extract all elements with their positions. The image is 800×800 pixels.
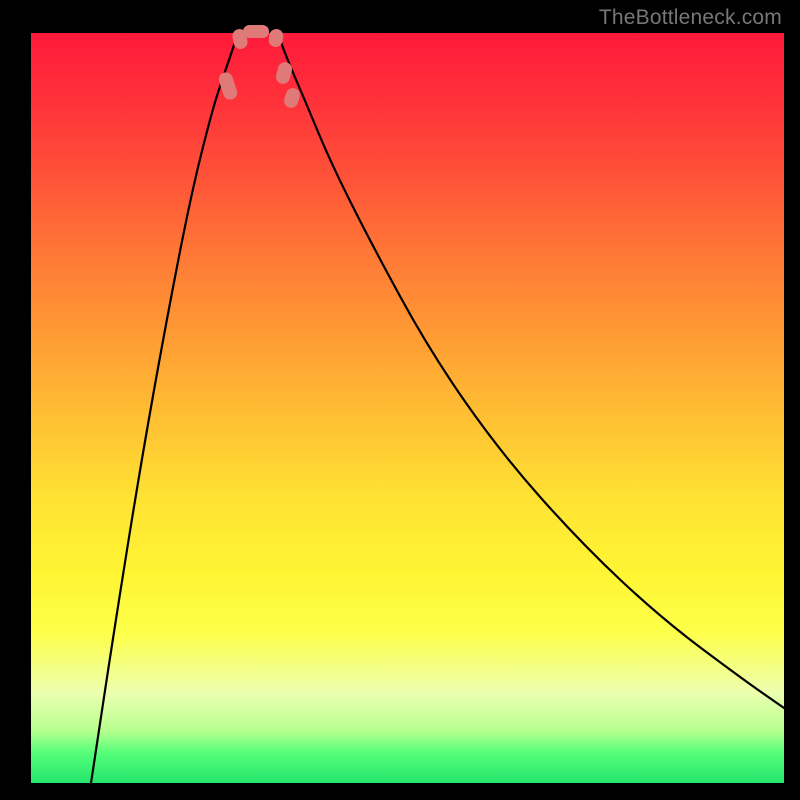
watermark-text: TheBottleneck.com xyxy=(599,6,782,30)
data-marker xyxy=(217,71,239,102)
left-curve-path xyxy=(91,33,238,783)
data-marker xyxy=(231,28,248,50)
data-marker xyxy=(268,28,285,48)
data-marker xyxy=(282,86,301,109)
data-marker xyxy=(243,25,269,38)
chart-plot-area xyxy=(31,33,784,783)
data-marker xyxy=(274,61,293,86)
right-curve-path xyxy=(278,33,784,708)
chart-curves xyxy=(31,33,784,783)
